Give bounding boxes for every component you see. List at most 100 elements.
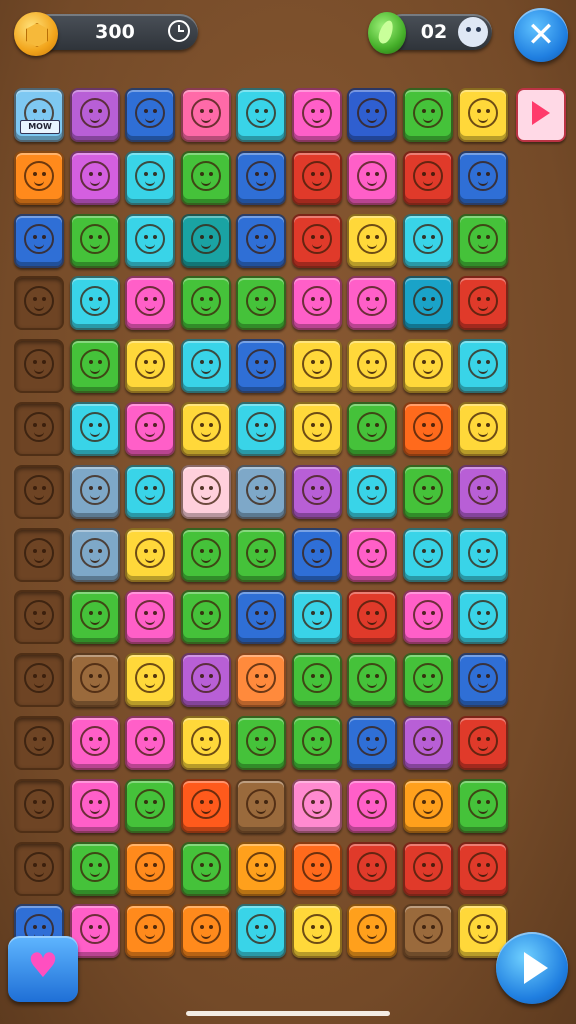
- game-tile[interactable]: [181, 276, 231, 330]
- game-tile[interactable]: [403, 716, 453, 770]
- game-tile[interactable]: [70, 779, 120, 833]
- game-tile[interactable]: [292, 528, 342, 582]
- game-tile[interactable]: [181, 590, 231, 644]
- game-tile[interactable]: [292, 904, 342, 958]
- game-tile[interactable]: [458, 214, 508, 268]
- game-tile[interactable]: [125, 528, 175, 582]
- game-tile[interactable]: [70, 151, 120, 205]
- game-tile[interactable]: [347, 465, 397, 519]
- game-tile[interactable]: [236, 590, 286, 644]
- arrow-right-icon[interactable]: [516, 88, 566, 142]
- game-tile[interactable]: [458, 590, 508, 644]
- game-tile[interactable]: [125, 276, 175, 330]
- game-tile[interactable]: [403, 779, 453, 833]
- game-tile[interactable]: [347, 779, 397, 833]
- game-tile[interactable]: [125, 842, 175, 896]
- game-tile[interactable]: [292, 653, 342, 707]
- game-tile[interactable]: [236, 528, 286, 582]
- game-tile[interactable]: [14, 465, 64, 519]
- game-tile[interactable]: [347, 88, 397, 142]
- game-tile[interactable]: [70, 842, 120, 896]
- game-tile[interactable]: [181, 214, 231, 268]
- game-tile[interactable]: [14, 214, 64, 268]
- game-tile[interactable]: [125, 590, 175, 644]
- game-tile[interactable]: [403, 528, 453, 582]
- game-tile[interactable]: [14, 653, 64, 707]
- clock-icon[interactable]: [168, 20, 190, 42]
- game-tile[interactable]: [125, 402, 175, 456]
- game-tile[interactable]: [236, 904, 286, 958]
- game-tile[interactable]: [458, 653, 508, 707]
- game-tile[interactable]: [236, 465, 286, 519]
- game-tile[interactable]: [181, 779, 231, 833]
- game-tile[interactable]: [292, 465, 342, 519]
- game-tile[interactable]: [292, 214, 342, 268]
- game-tile[interactable]: [236, 339, 286, 393]
- game-tile[interactable]: [181, 339, 231, 393]
- game-tile[interactable]: [292, 842, 342, 896]
- game-tile[interactable]: [458, 842, 508, 896]
- game-tile[interactable]: [292, 151, 342, 205]
- game-tile[interactable]: [458, 151, 508, 205]
- game-tile[interactable]: [14, 276, 64, 330]
- game-tile[interactable]: [70, 528, 120, 582]
- game-tile[interactable]: [292, 402, 342, 456]
- game-tile[interactable]: [458, 88, 508, 142]
- game-tile[interactable]: [70, 88, 120, 142]
- game-tile[interactable]: [236, 779, 286, 833]
- game-tile[interactable]: [403, 339, 453, 393]
- game-tile[interactable]: [14, 339, 64, 393]
- game-tile[interactable]: [125, 339, 175, 393]
- game-tile[interactable]: [14, 779, 64, 833]
- game-tile[interactable]: [292, 590, 342, 644]
- game-tile[interactable]: [14, 716, 64, 770]
- game-tile[interactable]: [347, 653, 397, 707]
- game-tile[interactable]: [70, 590, 120, 644]
- game-tile[interactable]: [292, 339, 342, 393]
- game-tile[interactable]: [292, 716, 342, 770]
- game-tile[interactable]: [403, 276, 453, 330]
- game-tile[interactable]: [236, 214, 286, 268]
- game-tile[interactable]: [347, 716, 397, 770]
- game-tile[interactable]: [403, 465, 453, 519]
- game-tile[interactable]: [181, 402, 231, 456]
- game-tile[interactable]: [125, 151, 175, 205]
- game-tile[interactable]: [458, 276, 508, 330]
- game-tile[interactable]: [181, 88, 231, 142]
- game-tile[interactable]: [236, 653, 286, 707]
- game-tile[interactable]: [14, 590, 64, 644]
- game-tile[interactable]: [458, 528, 508, 582]
- game-tile[interactable]: [458, 402, 508, 456]
- game-tile[interactable]: [403, 842, 453, 896]
- game-tile[interactable]: [347, 339, 397, 393]
- game-tile[interactable]: [181, 653, 231, 707]
- game-tile[interactable]: [403, 653, 453, 707]
- game-tile[interactable]: [125, 904, 175, 958]
- game-tile[interactable]: [14, 402, 64, 456]
- game-tile[interactable]: [347, 402, 397, 456]
- game-tile[interactable]: [236, 151, 286, 205]
- play-button[interactable]: [496, 932, 568, 1004]
- game-tile[interactable]: [70, 276, 120, 330]
- game-tile[interactable]: [14, 842, 64, 896]
- game-tile[interactable]: [181, 151, 231, 205]
- game-tile[interactable]: [458, 339, 508, 393]
- game-tile[interactable]: [347, 842, 397, 896]
- game-tile[interactable]: [403, 88, 453, 142]
- game-tile[interactable]: [292, 276, 342, 330]
- game-tile[interactable]: [125, 779, 175, 833]
- game-tile[interactable]: [347, 590, 397, 644]
- game-tile[interactable]: [236, 402, 286, 456]
- game-tile[interactable]: [70, 339, 120, 393]
- close-button[interactable]: ✕: [514, 8, 568, 62]
- game-tile[interactable]: [125, 653, 175, 707]
- game-tile[interactable]: [125, 716, 175, 770]
- face-icon[interactable]: [458, 17, 488, 47]
- game-tile[interactable]: [292, 779, 342, 833]
- game-tile[interactable]: [458, 779, 508, 833]
- game-tile[interactable]: [125, 465, 175, 519]
- game-tile[interactable]: [125, 88, 175, 142]
- game-tile[interactable]: [347, 151, 397, 205]
- game-tile[interactable]: [347, 904, 397, 958]
- game-tile[interactable]: [236, 88, 286, 142]
